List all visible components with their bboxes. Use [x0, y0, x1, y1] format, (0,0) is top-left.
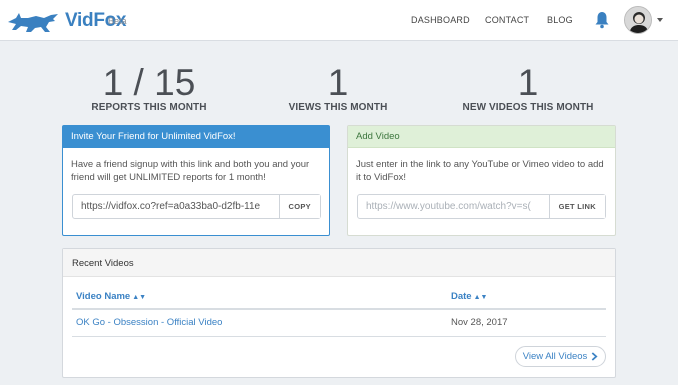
add-video-panel-title: Add Video [348, 126, 615, 148]
invite-panel-text: Have a friend signup with this link and … [71, 159, 310, 183]
view-all-label: View All Videos [522, 351, 588, 362]
stat-reports-value: 1 / 15 [102, 62, 196, 103]
stat-videos-label: NEW VIDEOS THIS MONTH [462, 102, 594, 113]
table-row-divider [72, 336, 606, 337]
add-video-panel-text: Just enter in the link to any YouTube or… [356, 159, 604, 183]
bell-icon[interactable] [594, 11, 610, 29]
recent-videos-title: Recent Videos [63, 249, 615, 277]
stat-videos-value: 1 [517, 62, 539, 103]
view-all-videos-button[interactable]: View All Videos [515, 346, 606, 367]
video-url-input[interactable] [358, 195, 549, 218]
chevron-right-icon [592, 352, 598, 361]
beta-badge: Beta [108, 16, 127, 26]
invite-panel: Invite Your Friend for Unlimited VidFox!… [62, 125, 330, 236]
user-photo-icon [625, 7, 651, 33]
chevron-down-icon[interactable] [657, 18, 663, 22]
add-video-panel: Add Video Just enter in the link to any … [347, 125, 616, 236]
stat-views-value: 1 [327, 62, 349, 103]
stat-reports-label: REPORTS THIS MONTH [91, 102, 207, 113]
video-date: Nov 28, 2017 [451, 317, 508, 328]
column-date-label: Date [451, 291, 472, 302]
copy-button[interactable]: COPY [278, 195, 320, 218]
column-video-name[interactable]: Video Name ▲▼ [76, 291, 146, 302]
nav-blog[interactable]: BLOG [547, 15, 573, 25]
nav-dashboard[interactable]: DASHBOARD [411, 15, 470, 25]
table-header-divider [72, 308, 606, 310]
video-link[interactable]: OK Go - Obsession - Official Video [76, 317, 222, 328]
avatar[interactable] [624, 6, 652, 34]
stat-views-label: VIEWS THIS MONTH [288, 102, 388, 113]
get-link-button[interactable]: GET LINK [548, 195, 605, 218]
fox-logo-icon[interactable] [6, 9, 60, 35]
sort-icon: ▲▼ [473, 294, 488, 301]
top-navbar: VidFox Beta DASHBOARD CONTACT BLOG [0, 0, 678, 41]
nav-contact[interactable]: CONTACT [485, 15, 529, 25]
column-date[interactable]: Date ▲▼ [451, 291, 487, 302]
invite-link-group: COPY [72, 194, 321, 219]
add-video-group: GET LINK [357, 194, 606, 219]
invite-panel-title: Invite Your Friend for Unlimited VidFox! [63, 126, 329, 148]
invite-link-input[interactable] [73, 195, 279, 218]
recent-videos-panel: Recent Videos Video Name ▲▼ Date ▲▼ OK Go … [62, 248, 616, 378]
column-video-name-label: Video Name [76, 291, 131, 302]
sort-icon: ▲▼ [132, 294, 147, 301]
